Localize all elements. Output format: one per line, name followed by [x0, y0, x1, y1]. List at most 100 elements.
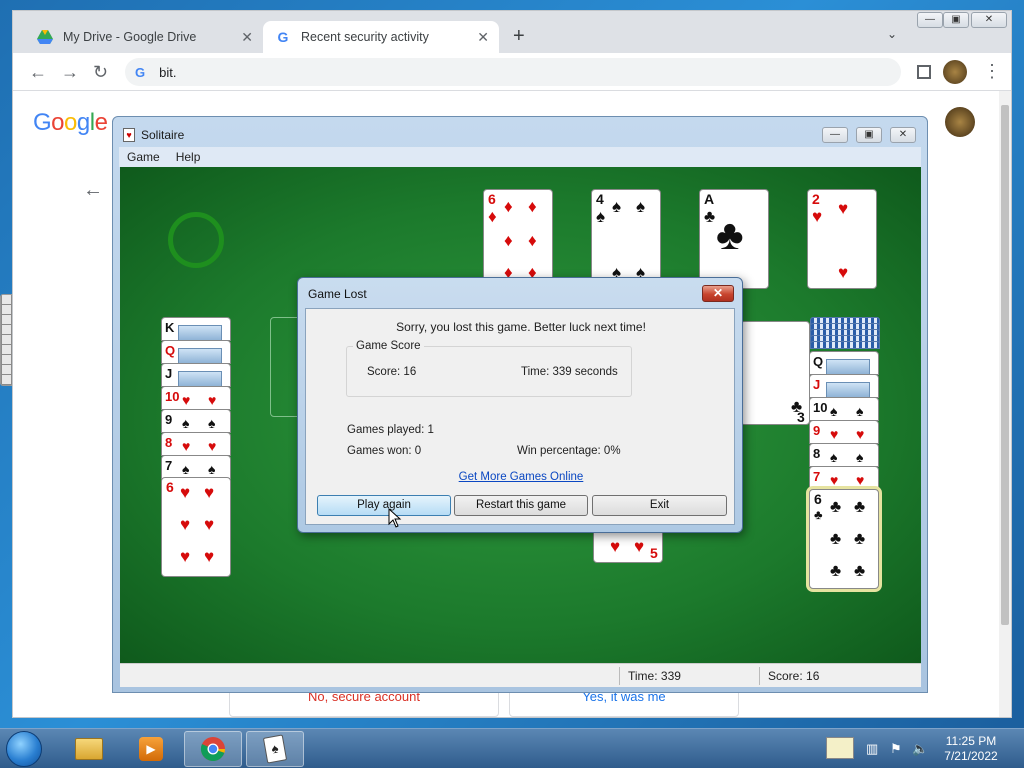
card-rank: 2: [812, 191, 820, 207]
heart-icon: ♥: [812, 207, 823, 226]
foundation-card-2[interactable]: 4 ♠ ♠ ♠ ♠ ♠: [591, 189, 661, 289]
menu-help[interactable]: Help: [176, 150, 201, 164]
face-card-art: [826, 359, 870, 374]
taskbar: ▶ ♠ ▥ ⚑ 🔈 11:25 PM 7/21/2022: [0, 728, 1024, 768]
tab-recent-security-activity[interactable]: G Recent security activity ✕: [263, 21, 499, 53]
network-icon[interactable]: ▥: [866, 741, 878, 757]
tableau-card[interactable]: J: [161, 363, 231, 387]
foundation-card-1[interactable]: 6 ♦ ♦ ♦ ♦ ♦ ♦ ♦: [483, 189, 553, 289]
spade-icon: ♠: [208, 415, 216, 431]
card-rank: 9: [813, 423, 821, 438]
status-score: Score: 16: [759, 667, 921, 685]
tableau-card[interactable]: 8 ♠ ♠: [809, 443, 879, 467]
card-rank: A: [704, 191, 715, 207]
start-button[interactable]: [6, 731, 42, 767]
heart-icon: ♥: [204, 547, 215, 566]
restart-game-button[interactable]: Restart this game: [454, 495, 588, 516]
exit-button[interactable]: Exit: [592, 495, 727, 516]
heart-icon: ♥: [610, 537, 621, 556]
face-card-art: [178, 325, 222, 340]
minimize-icon[interactable]: —: [822, 127, 848, 143]
diamond-icon: ♦: [488, 207, 497, 226]
face-card-art: [826, 382, 870, 397]
google-logo: Google: [33, 109, 108, 136]
minimize-icon[interactable]: —: [917, 12, 943, 28]
new-tab-icon[interactable]: +: [513, 25, 525, 48]
tableau-card[interactable]: 7 ♠ ♠: [161, 455, 231, 479]
more-menu-icon[interactable]: ⋮: [983, 61, 1001, 82]
card-rank: 7: [165, 458, 173, 473]
maximize-icon[interactable]: ▣: [856, 127, 882, 143]
card-rank: K: [165, 320, 175, 335]
solitaire-app-icon: ♥: [123, 128, 135, 142]
close-icon[interactable]: ✕: [702, 285, 734, 302]
address-bar[interactable]: G bit.: [125, 58, 901, 86]
forward-icon[interactable]: →: [61, 62, 79, 83]
chrome-taskbar-icon[interactable]: [184, 731, 242, 767]
status-time: Time: 339: [619, 667, 757, 685]
card-rank: J: [813, 377, 821, 392]
back-icon[interactable]: ←: [29, 62, 47, 83]
media-player-icon[interactable]: ▶: [122, 731, 180, 767]
stock-recycle-icon[interactable]: [168, 212, 224, 268]
tableau-card[interactable]: 9 ♥ ♥: [809, 420, 879, 444]
play-again-button[interactable]: Play again: [317, 495, 451, 516]
tableau-card[interactable]: ♣ 3: [740, 321, 810, 425]
game-score-group: Game Score Score: 16 Time: 339 seconds: [346, 340, 632, 397]
system-clock[interactable]: 11:25 PM 7/21/2022: [930, 734, 1012, 764]
dialog-title: Game Lost: [308, 287, 367, 301]
diamond-icon: ♦: [504, 231, 513, 250]
tableau-card[interactable]: 10 ♠ ♠: [809, 397, 879, 421]
side-panel-icon[interactable]: [917, 65, 931, 79]
tableau-card[interactable]: J: [809, 374, 879, 398]
tableau-card[interactable]: Q: [161, 340, 231, 364]
account-avatar[interactable]: [945, 107, 975, 137]
close-window-icon[interactable]: ✕: [971, 12, 1007, 28]
scrollbar[interactable]: [999, 91, 1011, 717]
selected-tableau-card[interactable]: 6 ♣ ♣ ♣ ♣ ♣ ♣ ♣: [809, 489, 879, 589]
back-arrow-icon[interactable]: ←: [83, 179, 103, 202]
games-played: Games played: 1: [347, 424, 434, 436]
tableau-card[interactable]: Q: [809, 351, 879, 375]
foundation-card-4[interactable]: 2 ♥ ♥ ♥: [807, 189, 877, 289]
clock-date: 7/21/2022: [944, 749, 998, 763]
tableau-card[interactable]: 8 ♥ ♥: [161, 432, 231, 456]
tableau-card[interactable]: K: [161, 317, 231, 341]
action-center-flag-icon[interactable]: ⚑: [890, 741, 902, 757]
club-icon: ♣: [830, 529, 842, 548]
spade-icon: ♠: [830, 403, 838, 419]
maximize-icon[interactable]: ▣: [943, 12, 969, 28]
group-label: Game Score: [353, 340, 424, 352]
tab-label: My Drive - Google Drive: [63, 30, 197, 44]
heart-icon: ♥: [208, 438, 217, 454]
tab-google-drive[interactable]: My Drive - Google Drive ✕: [25, 21, 263, 53]
file-explorer-icon[interactable]: [60, 731, 118, 767]
heart-icon: ♥: [838, 199, 849, 218]
club-icon: ♣: [830, 561, 842, 580]
foundation-card-3[interactable]: A ♣ ♣: [699, 189, 769, 289]
chevron-down-icon[interactable]: ⌄: [887, 27, 897, 41]
tableau-card[interactable]: 7 ♥ ♥: [809, 466, 879, 490]
profile-avatar[interactable]: [943, 60, 967, 84]
heart-icon: ♥: [182, 392, 191, 408]
tableau-card[interactable]: 10 ♥ ♥: [161, 386, 231, 410]
face-card-art: [178, 371, 222, 386]
get-more-games-link[interactable]: Get More Games Online: [306, 471, 736, 483]
volume-icon[interactable]: 🔈: [912, 741, 928, 757]
reload-icon[interactable]: ↻: [93, 62, 108, 83]
club-icon: ♣: [704, 207, 716, 226]
heart-icon: ♥: [838, 263, 849, 282]
tableau-card[interactable]: 9 ♠ ♠: [161, 409, 231, 433]
clock-time: 11:25 PM: [945, 734, 997, 748]
scrollbar-thumb[interactable]: [1001, 105, 1009, 625]
tableau-card[interactable]: 6 ♥ ♥ ♥ ♥ ♥ ♥: [161, 477, 231, 577]
close-window-icon[interactable]: ✕: [890, 127, 916, 143]
notes-gadget-icon[interactable]: [826, 737, 854, 759]
menu-game[interactable]: Game: [127, 150, 160, 164]
card-rank: Q: [813, 354, 824, 369]
heart-icon: ♥: [204, 515, 215, 534]
close-tab-icon[interactable]: ✕: [477, 29, 489, 46]
close-tab-icon[interactable]: ✕: [241, 29, 253, 46]
solitaire-taskbar-icon[interactable]: ♠: [246, 731, 304, 767]
diamond-icon: ♦: [504, 197, 513, 216]
